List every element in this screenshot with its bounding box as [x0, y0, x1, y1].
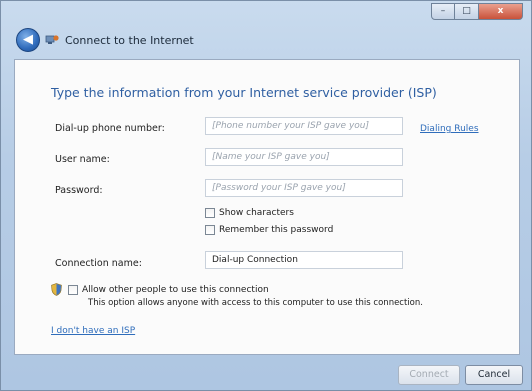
- no-isp-link[interactable]: I don't have an ISP: [51, 326, 135, 336]
- remember-password-option[interactable]: Remember this password: [205, 225, 333, 235]
- dialing-rules-link[interactable]: Dialing Rules: [420, 124, 479, 134]
- phone-number-field[interactable]: [Phone number your ISP gave you]: [205, 117, 403, 135]
- allow-others-label: Allow other people to use this connectio…: [82, 284, 269, 295]
- password-field[interactable]: [Password your ISP gave you]: [205, 179, 403, 197]
- phone-number-label: Dial-up phone number:: [55, 123, 165, 134]
- navigation-bar: ◀ Connect to the Internet: [9, 25, 523, 57]
- caption-buttons: – □ x: [431, 3, 523, 20]
- uac-shield-icon: [51, 283, 62, 296]
- page-heading: Type the information from your Internet …: [51, 85, 437, 100]
- connection-name-label: Connection name:: [55, 258, 142, 269]
- back-arrow-icon: ◀: [23, 32, 33, 47]
- allow-others-option[interactable]: Allow other people to use this connectio…: [51, 283, 269, 296]
- cancel-button[interactable]: Cancel: [465, 365, 523, 385]
- user-name-label: User name:: [55, 154, 110, 165]
- allow-others-checkbox[interactable]: [68, 284, 78, 295]
- allow-others-note: This option allows anyone with access to…: [88, 298, 423, 308]
- remember-password-checkbox[interactable]: [205, 225, 215, 235]
- show-characters-label: Show characters: [219, 208, 294, 218]
- connection-name-field[interactable]: Dial-up Connection: [205, 251, 403, 269]
- user-name-field[interactable]: [Name your ISP gave you]: [205, 148, 403, 166]
- window-frame: – □ x ◀ Connect to the Internet Type the…: [0, 0, 532, 391]
- maximize-button[interactable]: □: [455, 3, 479, 20]
- show-characters-option[interactable]: Show characters: [205, 208, 294, 218]
- window-title: Connect to the Internet: [65, 34, 194, 47]
- connect-button[interactable]: Connect: [398, 365, 460, 385]
- close-button[interactable]: x: [479, 3, 523, 20]
- minimize-button[interactable]: –: [431, 3, 455, 20]
- network-connection-icon: [45, 35, 59, 44]
- password-label: Password:: [55, 185, 103, 196]
- remember-password-label: Remember this password: [219, 225, 334, 235]
- back-button[interactable]: ◀: [16, 28, 40, 52]
- show-characters-checkbox[interactable]: [205, 208, 215, 218]
- dialog-content: Type the information from your Internet …: [14, 59, 520, 355]
